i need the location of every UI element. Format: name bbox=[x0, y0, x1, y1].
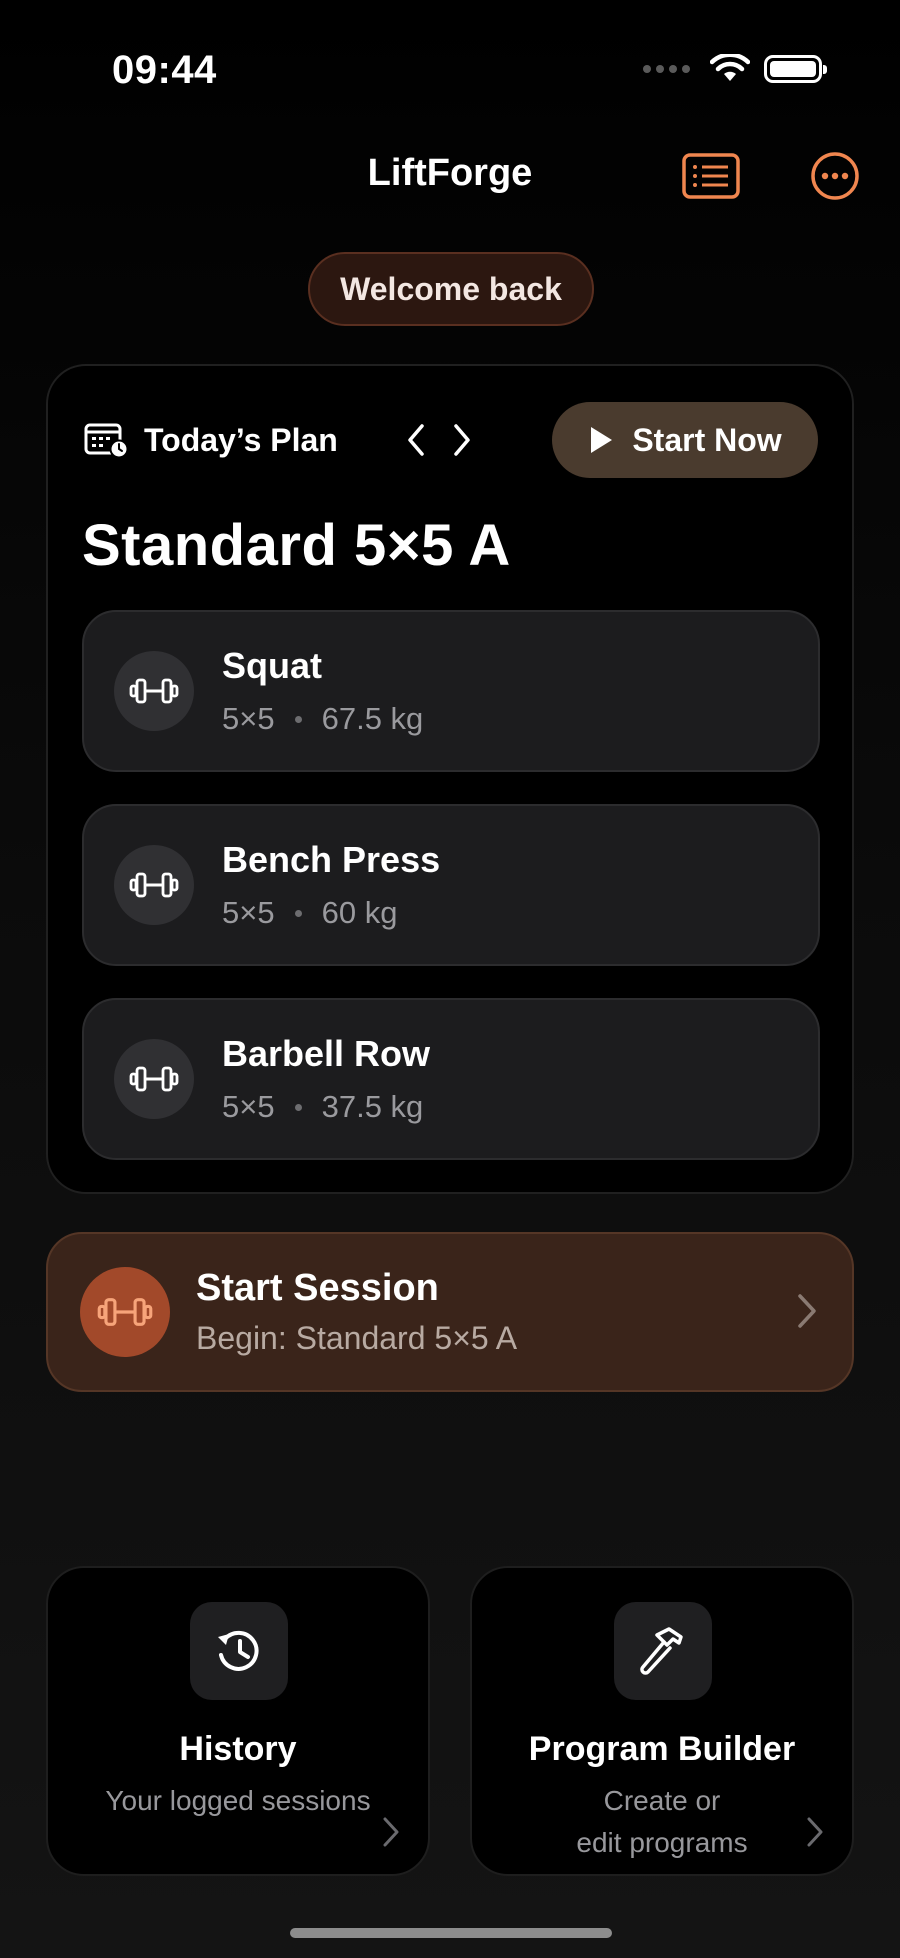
exercise-name: Barbell Row bbox=[222, 1033, 431, 1074]
plan-title: Standard 5×5 A bbox=[82, 513, 511, 578]
program-builder-tile[interactable]: Program Builder Create or edit programs bbox=[470, 1566, 854, 1876]
exercise-name: Squat bbox=[222, 645, 323, 686]
calendar-icon bbox=[84, 423, 129, 459]
history-icon bbox=[218, 1630, 259, 1671]
session-icon-wrap bbox=[80, 1267, 170, 1357]
exercise-detail: 5×5 37.5 kg bbox=[222, 1089, 430, 1125]
plan-pager bbox=[404, 420, 474, 460]
exercise-detail: 5×5 67.5 kg bbox=[222, 701, 423, 737]
exercise-name: Bench Press bbox=[222, 839, 441, 880]
todays-plan-card: Today’s Plan Start Now Standard 5×5 A Sq… bbox=[46, 364, 854, 1194]
next-plan-button[interactable] bbox=[450, 420, 474, 460]
more-button[interactable] bbox=[804, 148, 866, 204]
program-builder-subtitle-line2: edit programs bbox=[576, 1827, 748, 1858]
status-time: 09:44 bbox=[112, 48, 217, 92]
separator-dot bbox=[294, 1103, 302, 1111]
plan-header: Today’s Plan Start Now bbox=[84, 402, 818, 478]
status-indicators bbox=[643, 54, 827, 84]
more-icon bbox=[811, 152, 859, 200]
chevron-right-icon bbox=[807, 1817, 823, 1847]
plan-label-text: Today’s Plan bbox=[144, 421, 338, 458]
dumbbell-icon bbox=[129, 1066, 179, 1092]
exercise-scheme: 5×5 bbox=[222, 895, 275, 930]
play-icon bbox=[591, 427, 613, 453]
app-title: LiftForge bbox=[367, 152, 533, 194]
history-tile[interactable]: History Your logged sessions bbox=[46, 1566, 430, 1876]
history-title: History bbox=[179, 1730, 297, 1768]
separator-dot bbox=[294, 715, 302, 723]
exercise-detail: 5×5 60 kg bbox=[222, 895, 440, 931]
chevron-right-icon bbox=[383, 1817, 399, 1847]
session-title: Start Session bbox=[196, 1267, 439, 1309]
exercise-icon-wrap bbox=[114, 651, 194, 731]
program-builder-subtitle-line1: Create or bbox=[603, 1785, 721, 1816]
wifi-icon bbox=[710, 54, 750, 81]
start-session-button[interactable]: Start Session Begin: Standard 5×5 A bbox=[46, 1232, 854, 1392]
program-builder-title: Program Builder bbox=[528, 1730, 796, 1768]
app-screen: 09:44 LiftForge Welcome back Today’s Pla… bbox=[0, 0, 900, 1958]
exercise-icon-wrap bbox=[114, 845, 194, 925]
home-indicator[interactable] bbox=[290, 1928, 612, 1938]
dumbbell-icon bbox=[129, 872, 179, 898]
battery-icon bbox=[764, 55, 827, 83]
hammer-icon bbox=[640, 1627, 683, 1675]
exercise-row-barbell-row[interactable]: Barbell Row 5×5 37.5 kg bbox=[82, 998, 820, 1160]
exercise-icon-wrap bbox=[114, 1039, 194, 1119]
chevron-right-icon bbox=[454, 424, 470, 456]
exercise-scheme: 5×5 bbox=[222, 701, 275, 736]
history-icon-wrap bbox=[190, 1602, 288, 1700]
plan-label: Today’s Plan bbox=[84, 421, 338, 459]
session-subtitle: Begin: Standard 5×5 A bbox=[196, 1320, 518, 1356]
list-button[interactable] bbox=[680, 148, 742, 204]
exercise-weight: 37.5 kg bbox=[321, 1089, 424, 1124]
list-icon bbox=[682, 153, 740, 199]
exercise-row-squat[interactable]: Squat 5×5 67.5 kg bbox=[82, 610, 820, 772]
start-now-label: Start Now bbox=[632, 421, 782, 458]
dumbbell-icon bbox=[129, 678, 179, 704]
separator-dot bbox=[294, 909, 302, 917]
exercise-weight: 67.5 kg bbox=[321, 701, 424, 736]
chevron-right-icon bbox=[798, 1294, 816, 1328]
hammer-icon-wrap bbox=[614, 1602, 712, 1700]
welcome-badge: Welcome back bbox=[308, 252, 594, 326]
start-now-button[interactable]: Start Now bbox=[552, 402, 818, 478]
history-subtitle: Your logged sessions bbox=[105, 1785, 371, 1816]
exercise-weight: 60 kg bbox=[321, 895, 398, 930]
program-builder-subtitle: Create or edit programs bbox=[472, 1780, 852, 1864]
exercise-scheme: 5×5 bbox=[222, 1089, 275, 1124]
previous-plan-button[interactable] bbox=[404, 420, 428, 460]
exercise-row-bench-press[interactable]: Bench Press 5×5 60 kg bbox=[82, 804, 820, 966]
dumbbell-icon bbox=[97, 1298, 153, 1326]
chevron-left-icon bbox=[408, 424, 424, 456]
cellular-signal-icon bbox=[643, 65, 690, 73]
